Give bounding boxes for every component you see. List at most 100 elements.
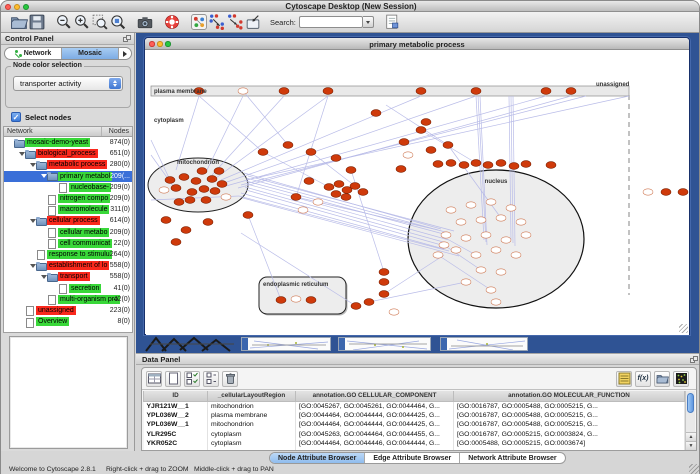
tree-item-unassigned[interactable]: unassigned223(0) (4, 305, 132, 316)
network-node-selected[interactable] (210, 188, 220, 195)
import-network-icon[interactable] (244, 13, 262, 31)
disclosure-triangle-icon[interactable] (40, 275, 47, 279)
column-header[interactable]: annotation.GO CELLULAR_COMPONENT (296, 391, 454, 401)
network-node-selected[interactable] (379, 291, 389, 298)
birdseye-overview[interactable] (9, 336, 128, 449)
network-node-selected[interactable] (331, 155, 341, 162)
region-plasma-membrane[interactable] (151, 86, 629, 96)
table-row[interactable]: YPL036W__1mitochondrion[GO:0044464, GO:0… (144, 420, 685, 430)
network-node-unselected[interactable] (461, 235, 471, 241)
network-node-unselected[interactable] (466, 202, 476, 208)
select-attributes-icon[interactable] (184, 371, 200, 387)
network-node-selected[interactable] (566, 88, 576, 95)
network-node-unselected[interactable] (461, 279, 471, 285)
tree-item-cellular-metabo[interactable]: cellular metabo209(0) (4, 227, 132, 238)
zoom-in-icon[interactable] (73, 13, 91, 31)
network-node-unselected[interactable] (403, 152, 413, 158)
layout-transform-b-icon[interactable] (226, 13, 244, 31)
network-node-unselected[interactable] (643, 189, 653, 195)
network-node-selected[interactable] (358, 189, 368, 196)
tree-item-nucleobase-[interactable]: nucleobase-209(0) (4, 182, 132, 193)
network-node-selected[interactable] (165, 177, 175, 184)
float-panel-icon[interactable] (123, 35, 131, 43)
network-node-selected[interactable] (379, 279, 389, 286)
window-resize-grip[interactable] (679, 324, 688, 333)
network-node-selected[interactable] (171, 239, 181, 246)
table-row[interactable]: YLR295Ccytoplasm[GO:0045263, GO:0044464,… (144, 430, 685, 440)
zoom-fit-icon[interactable] (109, 13, 127, 31)
tree-item-cell-communicat[interactable]: cell communicat22(0) (4, 238, 132, 249)
tree-item-transport[interactable]: transport558(0) (4, 271, 132, 282)
network-node-unselected[interactable] (298, 207, 308, 213)
background-window-3[interactable] (440, 337, 528, 351)
network-node-selected[interactable] (203, 219, 213, 226)
network-node-unselected[interactable] (506, 205, 516, 211)
tree-item-nitrogen-compo[interactable]: nitrogen compo209(0) (4, 193, 132, 204)
network-node-unselected[interactable] (456, 219, 466, 225)
network-node-selected[interactable] (371, 110, 381, 117)
network-node-selected[interactable] (426, 147, 436, 154)
tabs-overflow-button[interactable] (119, 48, 131, 59)
network-node-selected[interactable] (279, 88, 289, 95)
network-node-selected[interactable] (243, 212, 253, 219)
table-row[interactable]: YDR039C__1mitochondrion[GO:0044464, GO:0… (144, 449, 685, 451)
network-node-unselected[interactable] (159, 187, 169, 193)
network-node-unselected[interactable] (451, 247, 461, 253)
network-node-selected[interactable] (379, 269, 389, 276)
network-node-selected[interactable] (185, 197, 195, 204)
network-node-selected[interactable] (199, 186, 209, 193)
network-node-selected[interactable] (306, 149, 316, 156)
network-node-selected[interactable] (483, 162, 493, 169)
float-panel-icon[interactable] (690, 356, 698, 364)
network-node-selected[interactable] (304, 178, 314, 185)
search-index-icon[interactable] (383, 13, 401, 31)
network-node-selected[interactable] (351, 303, 361, 310)
vizmapper-icon[interactable] (190, 13, 208, 31)
network-node-selected[interactable] (471, 160, 481, 167)
network-node-unselected[interactable] (501, 237, 511, 243)
network-node-unselected[interactable] (389, 309, 399, 315)
network-node-unselected[interactable] (291, 296, 301, 302)
tree-item-multi-organism-pro[interactable]: multi-organism pro42(0) (4, 294, 132, 305)
tree-item-mosaic-demo-yeast[interactable]: mosaic-demo-yeast874(0) (4, 137, 132, 148)
network-node-unselected[interactable] (511, 252, 521, 258)
network-node-unselected[interactable] (313, 199, 323, 205)
disclosure-triangle-icon[interactable] (29, 264, 36, 268)
column-header[interactable]: _cellularLayoutRegion (208, 391, 296, 401)
network-node-selected[interactable] (541, 88, 551, 95)
disclosure-triangle-icon[interactable] (18, 152, 25, 156)
network-node-selected[interactable] (443, 142, 453, 149)
table-row[interactable]: YPL036W__2plasma membrane[GO:0044464, GO… (144, 411, 685, 421)
attribute-table-icon[interactable] (146, 371, 162, 387)
network-node-unselected[interactable] (496, 269, 506, 275)
column-header[interactable]: annotation.GO MOLECULAR_FUNCTION (454, 391, 685, 401)
network-node-selected[interactable] (181, 227, 191, 234)
network-node-unselected[interactable] (238, 88, 248, 94)
network-canvas[interactable]: plasma membranecytoplasmmitochondrionnuc… (146, 50, 689, 335)
network-node-selected[interactable] (291, 194, 301, 201)
network-edge[interactable] (386, 105, 448, 145)
network-edge[interactable] (241, 96, 586, 185)
tree-item-macromolecule[interactable]: macromolecule311(0) (4, 204, 132, 215)
tree-item-establishment-of-lo[interactable]: establishment of lo558(0) (4, 260, 132, 271)
network-node-unselected[interactable] (433, 252, 443, 258)
network-node-selected[interactable] (364, 299, 374, 306)
network-node-selected[interactable] (179, 174, 189, 181)
network-node-unselected[interactable] (481, 232, 491, 238)
network-node-unselected[interactable] (476, 267, 486, 273)
network-node-selected[interactable] (471, 88, 481, 95)
network-node-unselected[interactable] (491, 247, 501, 253)
network-node-unselected[interactable] (221, 194, 231, 200)
network-node-selected[interactable] (334, 181, 344, 188)
network-node-unselected[interactable] (486, 287, 496, 293)
color-attribute-select[interactable]: transporter activity (13, 76, 123, 91)
help-ring-icon[interactable] (163, 13, 181, 31)
network-node-unselected[interactable] (486, 199, 496, 205)
tab-network[interactable]: Network (5, 48, 62, 59)
tree-item-biological-process[interactable]: biological_process651(0) (4, 148, 132, 159)
attribute-list-icon[interactable] (616, 371, 632, 387)
disclosure-triangle-icon[interactable] (40, 174, 47, 178)
network-node-selected[interactable] (331, 191, 341, 198)
network-node-selected[interactable] (521, 161, 531, 168)
table-row[interactable]: YJR121W__1mitochondrion[GO:0045267, GO:0… (144, 401, 685, 411)
